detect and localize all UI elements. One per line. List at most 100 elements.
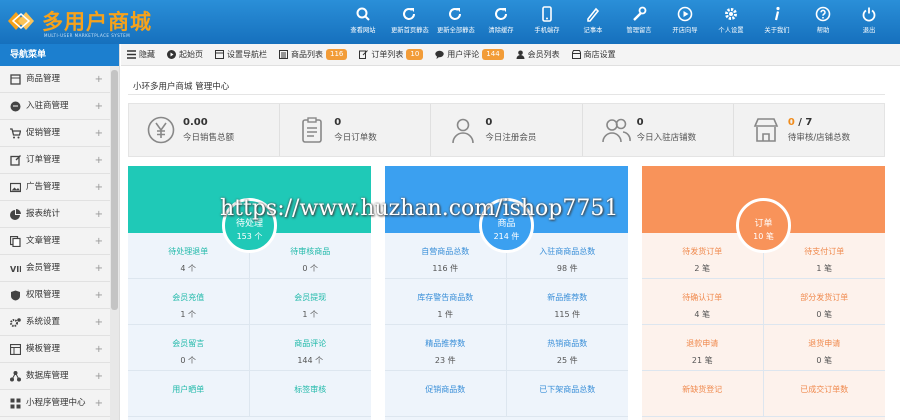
topnav-shop-guide[interactable]: 开店向导: [665, 0, 705, 44]
svg-text:VIP: VIP: [10, 265, 21, 274]
sidebar-item-templates[interactable]: 模板管理 +: [0, 336, 119, 363]
panel-cell[interactable]: 会员充值 1 个: [128, 279, 250, 325]
topnav-view-site[interactable]: 查看网站: [343, 0, 383, 44]
panel-cell[interactable]: 促销商品数: [385, 371, 507, 417]
panel-cell[interactable]: 新品推荐数 115 件: [506, 279, 628, 325]
panel-cell[interactable]: 退款申请 21 笔: [642, 325, 764, 371]
panel-cell[interactable]: 热销商品数 25 件: [506, 325, 628, 371]
sidebar-item-members[interactable]: VIP 会员管理 +: [0, 255, 119, 282]
cell-value: 1 个: [180, 310, 197, 319]
panel-count: 153 个: [236, 232, 263, 241]
refresh-icon: [403, 8, 415, 20]
cell-value: 144 个: [297, 356, 324, 365]
topnav-personal-settings[interactable]: 个人设置: [711, 0, 751, 44]
cell-name: 会员留言: [172, 339, 205, 348]
panel-cell[interactable]: 新缺货登记: [642, 371, 764, 417]
cell-name: 已下架商品总数: [539, 385, 596, 394]
info-icon: [774, 6, 780, 21]
panel-cell[interactable]: 用户晒单: [128, 371, 250, 417]
sidebar-item-permissions[interactable]: 权限管理 +: [0, 282, 119, 309]
doc-icon: [10, 236, 21, 247]
expand-icon[interactable]: +: [95, 120, 103, 147]
cell-name: 标签审核: [294, 385, 327, 394]
database-icon: [10, 371, 21, 382]
topnav-update-all[interactable]: 更新全部静态: [435, 0, 475, 44]
cell-name: 待发货订单: [682, 247, 723, 256]
cell-name: 会员提现: [294, 293, 327, 302]
topnav-update-home[interactable]: 更新首页静态: [389, 0, 429, 44]
count-badge: 144: [482, 49, 504, 60]
topnav-help[interactable]: 帮助: [803, 0, 843, 44]
sidebar-scrollbar[interactable]: [110, 66, 119, 420]
panel-cell[interactable]: 会员留言 0 个: [128, 325, 250, 371]
toolbar-goods-list[interactable]: 商品列表 116: [279, 49, 348, 60]
topnav-mobile[interactable]: 手机端存: [527, 0, 567, 44]
expand-icon[interactable]: +: [95, 336, 103, 363]
expand-icon[interactable]: +: [95, 228, 103, 255]
topnav-clear-cache[interactable]: 清除缓存: [481, 0, 521, 44]
gear-icon: [10, 318, 21, 327]
top-bar: 多用户商城 MULTI-USER MARKETPLACE SYSTEM 查看网站…: [0, 0, 900, 44]
shield-icon: [11, 290, 20, 301]
toolbar-order-list[interactable]: 订单列表 10: [359, 49, 424, 60]
toolbar-hide[interactable]: 隐藏: [127, 49, 155, 60]
sidebar-item-system[interactable]: 系统设置 +: [0, 309, 119, 336]
panel-cell[interactable]: 已成交订单数: [763, 371, 885, 417]
panel-cell[interactable]: 待确认订单 4 笔: [642, 279, 764, 325]
cart-icon: [10, 128, 21, 139]
cell-value: 0 个: [302, 264, 319, 273]
panel-cell[interactable]: 已下架商品总数: [506, 371, 628, 417]
notepad-icon: [587, 7, 600, 22]
sidebar-item-promotion[interactable]: 促销管理 +: [0, 120, 119, 147]
sidebar-item-database[interactable]: 数据库管理 +: [0, 363, 119, 390]
list-icon: [279, 50, 288, 59]
expand-icon[interactable]: +: [95, 201, 103, 228]
toolbar-member-list[interactable]: 会员列表: [516, 49, 560, 60]
sidebar-item-ads[interactable]: 广告管理 +: [0, 174, 119, 201]
cell-name: 新品推荐数: [547, 293, 588, 302]
expand-icon[interactable]: +: [95, 282, 103, 309]
expand-icon[interactable]: +: [95, 66, 103, 93]
panel-circle[interactable]: 订单 10 笔: [736, 198, 791, 253]
logo[interactable]: 多用户商城 MULTI-USER MARKETPLACE SYSTEM: [4, 4, 164, 40]
expand-icon[interactable]: +: [95, 174, 103, 201]
topnav-logout[interactable]: 退出: [849, 0, 889, 44]
toolbar-nav-settings[interactable]: 设置导航栏: [215, 49, 267, 60]
panel-cell[interactable]: 会员提现 1 个: [249, 279, 371, 325]
topnav-label: 个人设置: [718, 26, 744, 34]
topnav-messages[interactable]: 管理留言: [619, 0, 659, 44]
refresh-icon: [449, 8, 461, 20]
toolbar-label: 会员列表: [527, 50, 560, 59]
cell-name: 退款申请: [686, 339, 719, 348]
scrollbar-thumb[interactable]: [111, 70, 118, 310]
sidebar-item-orders[interactable]: 订单管理 +: [0, 147, 119, 174]
sidebar-item-reports[interactable]: 报表统计 +: [0, 201, 119, 228]
panel-cell[interactable]: 库存警告商品数 1 件: [385, 279, 507, 325]
cell-name: 新缺货登记: [682, 385, 723, 394]
sidebar-item-label: 数据库管理: [26, 371, 69, 381]
cell-name: 已成交订单数: [800, 385, 849, 394]
sidebar-item-merchants[interactable]: 入驻商管理 +: [0, 93, 119, 120]
topnav-label: 查看网站: [350, 26, 376, 34]
panel-cells: 自营商品总数 116 件 入驻商商品总数 98 件 库存警告商品数 1 件 新品推荐数…: [385, 233, 628, 417]
expand-icon[interactable]: +: [95, 363, 103, 390]
panel-cell[interactable]: 标签审核: [249, 371, 371, 417]
expand-icon[interactable]: +: [95, 93, 103, 120]
expand-icon[interactable]: +: [95, 390, 103, 417]
expand-icon[interactable]: +: [95, 255, 103, 282]
toolbar-comments[interactable]: 用户评论 144: [435, 49, 504, 60]
panel-cell[interactable]: 退货申请 0 笔: [763, 325, 885, 371]
panel-cell[interactable]: 部分发货订单 0 笔: [763, 279, 885, 325]
sidebar-item-articles[interactable]: 文章管理 +: [0, 228, 119, 255]
topnav-notepad[interactable]: 记事本: [573, 0, 613, 44]
pie-icon: [10, 209, 21, 220]
toolbar-start-page[interactable]: 起始页: [167, 49, 203, 60]
expand-icon[interactable]: +: [95, 147, 103, 174]
panel-cell[interactable]: 精品推荐数 23 件: [385, 325, 507, 371]
panel-cell[interactable]: 商品评论 144 个: [249, 325, 371, 371]
topnav-about[interactable]: 关于我们: [757, 0, 797, 44]
sidebar-item-goods[interactable]: 商品管理 +: [0, 66, 119, 93]
sidebar-item-miniapp[interactable]: 小程序管理中心 +: [0, 390, 119, 417]
expand-icon[interactable]: +: [95, 309, 103, 336]
toolbar-shop-settings[interactable]: 商店设置: [571, 49, 616, 60]
